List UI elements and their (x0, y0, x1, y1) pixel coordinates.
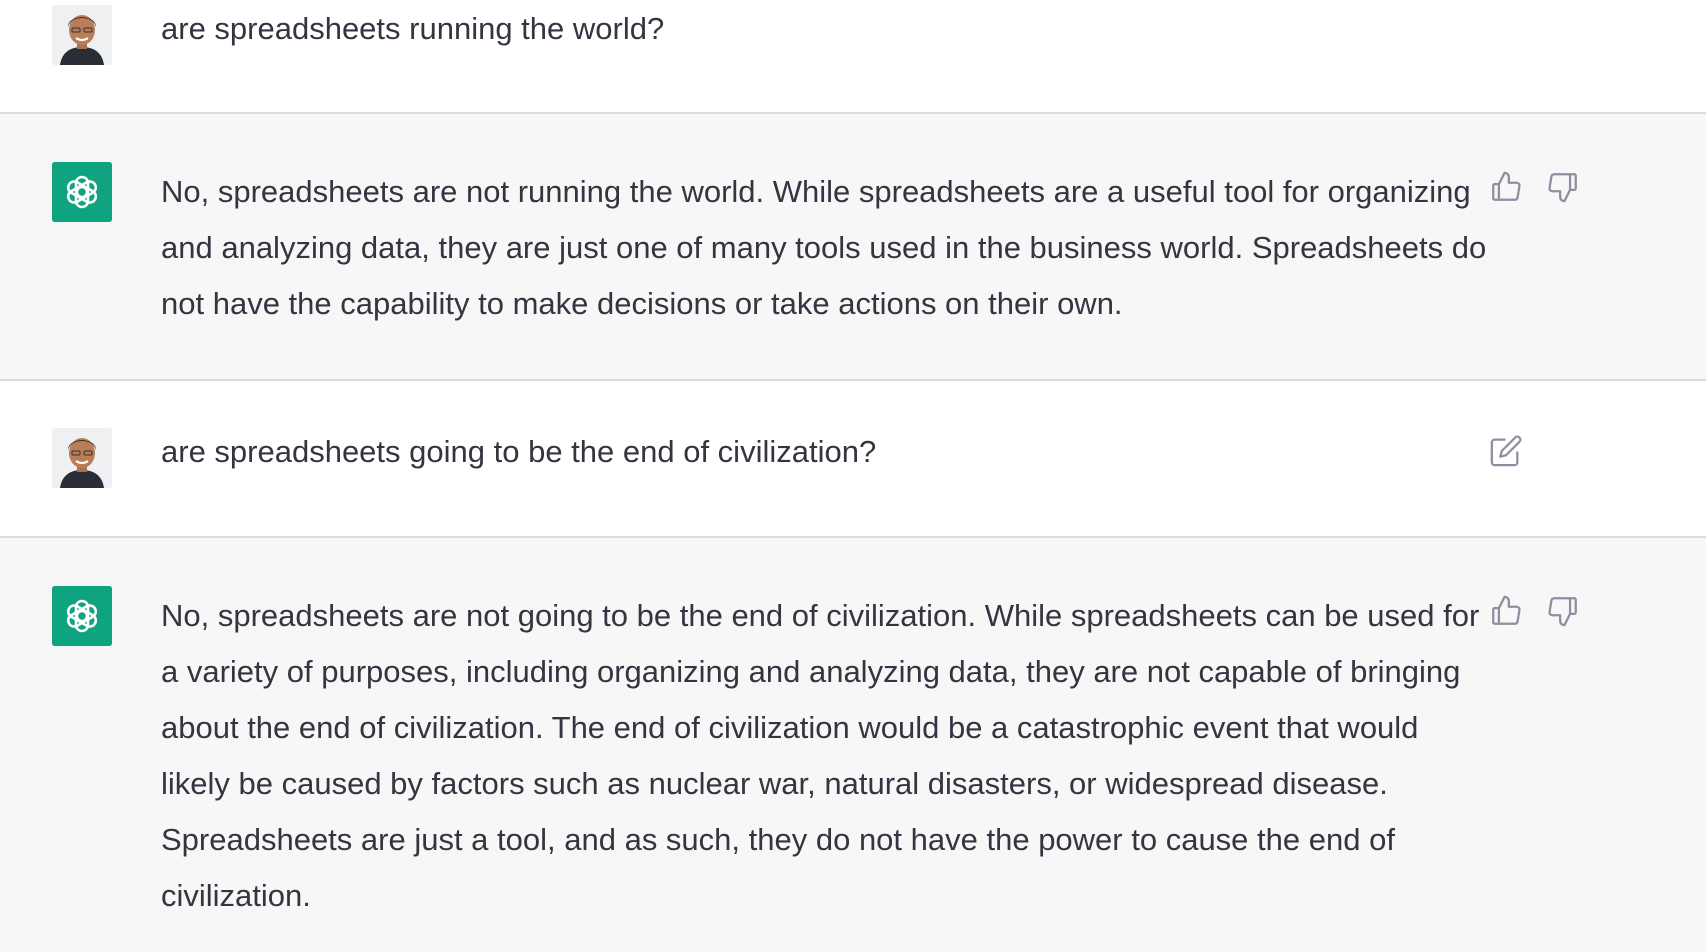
assistant-message: No, spreadsheets are not going to be the… (0, 538, 1706, 952)
thumbs-up-icon (1492, 595, 1521, 625)
thumbs-down-icon (1548, 173, 1577, 203)
user-message-text: are spreadsheets going to be the end of … (161, 434, 877, 469)
chat-thread: are spreadsheets running the world? No, … (0, 0, 1706, 952)
user-message-text: are spreadsheets running the world? (161, 11, 665, 46)
assistant-avatar (52, 162, 112, 222)
edit-button[interactable] (1486, 431, 1526, 471)
user-message: are spreadsheets going to be the end of … (0, 381, 1706, 536)
assistant-message: No, spreadsheets are not running the wor… (0, 114, 1706, 379)
user-avatar (52, 5, 112, 65)
thumbs-down-button[interactable] (1543, 167, 1583, 207)
openai-logo-icon (52, 586, 112, 646)
edit-icon (1490, 435, 1522, 467)
user-message: are spreadsheets running the world? (0, 0, 1706, 112)
thumbs-down-icon (1548, 597, 1577, 627)
assistant-message-text: No, spreadsheets are not going to be the… (161, 598, 1480, 913)
openai-logo-icon (52, 162, 112, 222)
thumbs-up-icon (1492, 171, 1521, 201)
assistant-message-text: No, spreadsheets are not running the wor… (161, 174, 1487, 321)
user-avatar (52, 428, 112, 488)
user-photo-avatar-icon (52, 5, 112, 65)
thumbs-up-button[interactable] (1486, 591, 1526, 631)
thumbs-up-button[interactable] (1486, 167, 1526, 207)
assistant-avatar (52, 586, 112, 646)
user-photo-avatar-icon (52, 428, 112, 488)
thumbs-down-button[interactable] (1543, 591, 1583, 631)
